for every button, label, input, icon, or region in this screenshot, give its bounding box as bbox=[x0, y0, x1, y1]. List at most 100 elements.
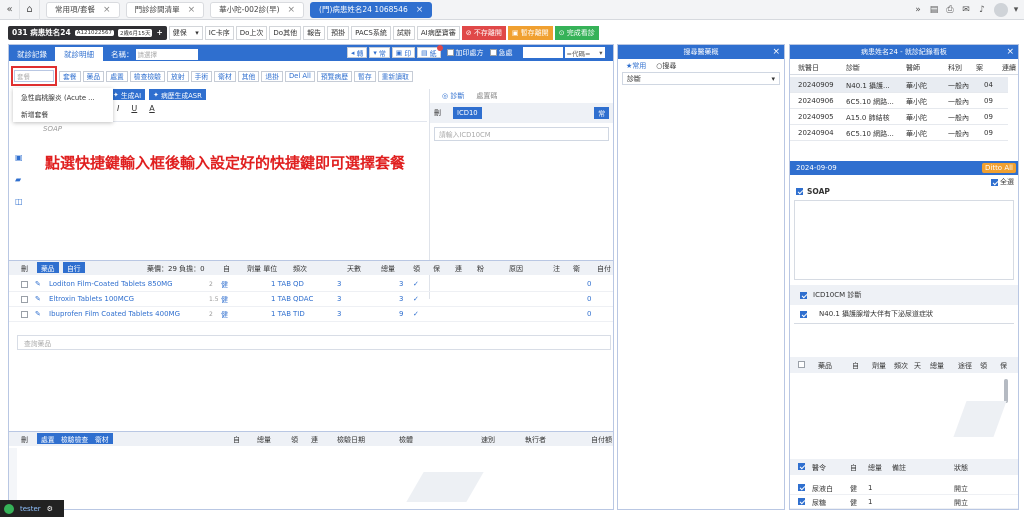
dx-checkbox[interactable] bbox=[800, 291, 807, 299]
add-print-checkbox[interactable] bbox=[446, 49, 454, 56]
drug-button[interactable]: 藥品 bbox=[82, 70, 105, 82]
avatar[interactable] bbox=[994, 3, 1008, 17]
take-check[interactable]: ✓ bbox=[413, 310, 419, 318]
tab-diagnosis[interactable]: ◎ 診斷 bbox=[442, 91, 464, 101]
do-last-button[interactable]: Do上次 bbox=[235, 25, 268, 40]
treatment-tag[interactable]: 處置 bbox=[37, 433, 59, 444]
edit-icon[interactable]: ✎ bbox=[35, 295, 41, 303]
italic-button[interactable]: I bbox=[117, 104, 119, 113]
common-dx-button[interactable]: 常 bbox=[594, 107, 609, 119]
chevron-down-icon[interactable]: ▾ bbox=[1008, 0, 1024, 20]
exit-nosave-button[interactable]: ⊘ 不存離開 bbox=[461, 25, 506, 40]
other-button[interactable]: 其他 bbox=[237, 70, 260, 82]
table-row[interactable]: 20240909 N40.1 攝護... 華小陀 一般內 04 bbox=[790, 77, 1008, 93]
tab-visit-detail[interactable]: 就診明細 bbox=[55, 47, 103, 61]
row-checkbox[interactable] bbox=[21, 296, 28, 303]
user-badge[interactable]: tester ⚙ bbox=[0, 500, 64, 517]
edit-icon[interactable]: ✎ bbox=[35, 310, 41, 318]
name-select[interactable]: 請選擇 bbox=[135, 48, 198, 60]
table-row[interactable]: ✎ Loditon Film-Coated Tablets 850MG 2 健 1 TA… bbox=[9, 277, 613, 292]
drug-days[interactable]: 3 bbox=[337, 280, 341, 288]
drug-total[interactable]: 3 bbox=[399, 295, 403, 303]
dropdown-item[interactable]: 新增套餐 bbox=[13, 105, 113, 122]
insurance-select[interactable]: 健保 ▾ bbox=[168, 25, 203, 40]
home-icon[interactable]: ⌂ bbox=[20, 0, 40, 20]
tab-favorites[interactable]: 常用項/套餐 × bbox=[46, 1, 120, 18]
dx-item-checkbox[interactable] bbox=[800, 310, 807, 318]
table-row[interactable]: 20240904 6C5.10 網路... 華小陀 一般內 09 bbox=[790, 125, 1008, 141]
edit-icon[interactable]: ✎ bbox=[35, 280, 41, 288]
drug-tag[interactable]: 藥品 bbox=[37, 262, 59, 273]
delete-all-button[interactable]: Del All bbox=[284, 70, 315, 82]
row-checkbox[interactable] bbox=[21, 281, 28, 288]
ai-generate-button[interactable]: ✦ 生成AI bbox=[109, 89, 146, 100]
surgery-button[interactable]: 手術 bbox=[190, 70, 213, 82]
scrollbar[interactable] bbox=[1004, 379, 1008, 403]
drug-name[interactable]: Eltroxin Tablets 100MCG bbox=[49, 295, 134, 303]
transfer-button[interactable]: ◂ 轉 bbox=[347, 47, 368, 58]
report-button[interactable]: 報告 bbox=[303, 25, 326, 40]
exam-button[interactable]: 檢查檢驗 bbox=[129, 70, 165, 82]
text-color-button[interactable]: A bbox=[149, 104, 154, 113]
do-other-button[interactable]: Do其他 bbox=[269, 25, 302, 40]
med-history-checkbox[interactable] bbox=[798, 361, 805, 368]
order-checkbox[interactable] bbox=[798, 463, 805, 470]
close-icon[interactable]: × bbox=[288, 5, 296, 15]
bell-icon[interactable]: ♪ bbox=[974, 0, 990, 20]
drug-days[interactable]: 3 bbox=[337, 295, 341, 303]
print-button[interactable]: ▣ 印 bbox=[391, 47, 416, 58]
order-row-checkbox[interactable] bbox=[798, 484, 805, 491]
drug-dose[interactable]: 1 TAB bbox=[271, 310, 291, 318]
category-select[interactable]: 診斷 ▾ bbox=[622, 72, 780, 85]
gear-icon[interactable]: ⚙ bbox=[47, 505, 53, 513]
ditto-all-button[interactable]: Ditto All bbox=[981, 163, 1016, 173]
dropdown-item[interactable]: 急性扁桃腺炎 (Acute ... bbox=[13, 88, 113, 105]
preview-record-button[interactable]: 預覽病歷 bbox=[316, 70, 353, 82]
expand-icon[interactable]: » bbox=[910, 0, 926, 20]
icd10-input[interactable]: 請輸入ICD10CM bbox=[434, 127, 609, 141]
exit-save-draft-button[interactable]: ▣ 暫存離開 bbox=[507, 25, 553, 40]
radiology-button[interactable]: 放射 bbox=[166, 70, 189, 82]
drug-days[interactable]: 3 bbox=[337, 310, 341, 318]
tab-doctor-room[interactable]: 華小陀-002診(早) × bbox=[210, 1, 305, 18]
drug-search-input[interactable]: 查詢藥品 bbox=[17, 335, 611, 350]
drug-total[interactable]: 3 bbox=[399, 280, 403, 288]
finish-visit-button[interactable]: ⊙ 完成看診 bbox=[554, 25, 599, 40]
close-icon[interactable]: × bbox=[772, 47, 780, 57]
urgent-checkbox[interactable] bbox=[489, 49, 497, 56]
tab-patient[interactable]: (門)病患姓名24 1068546 × bbox=[310, 1, 433, 18]
tab-common[interactable]: ★常用 bbox=[626, 61, 646, 71]
drug-selfpay[interactable]: 0 bbox=[587, 310, 591, 318]
drug-selfpay[interactable]: 0 bbox=[587, 280, 591, 288]
folder-icon[interactable]: ▰ bbox=[15, 175, 23, 184]
drug-total[interactable]: 9 bbox=[399, 310, 403, 318]
drug-name[interactable]: Loditon Film-Coated Tablets 850MG bbox=[49, 280, 173, 288]
drug-dose[interactable]: 1 TAB bbox=[271, 295, 291, 303]
code-select[interactable]: =代碼= ▾ bbox=[564, 47, 605, 58]
table-row[interactable]: 尿液白 健 1 開立 bbox=[790, 481, 1018, 495]
tab-procedure-code[interactable]: 處置碼 bbox=[476, 91, 497, 101]
tab-search[interactable]: ○搜尋 bbox=[656, 61, 676, 71]
drug-dose[interactable]: 1 TAB bbox=[271, 280, 291, 288]
icd10-tag[interactable]: ICD10 bbox=[453, 107, 482, 119]
cancel-register-button[interactable]: 退掛 bbox=[261, 70, 283, 82]
take-check[interactable]: ✓ bbox=[413, 280, 419, 288]
self-pay-tag[interactable]: 自行 bbox=[63, 262, 85, 273]
save-icon[interactable]: ◫ bbox=[15, 197, 23, 206]
tab-visit-record[interactable]: 就診記錄 bbox=[9, 47, 55, 61]
select-all-checkbox[interactable] bbox=[991, 178, 998, 186]
treatment-button[interactable]: 處置 bbox=[106, 70, 128, 82]
table-row[interactable]: 尿糖 健 1 開立 bbox=[790, 495, 1018, 509]
take-check[interactable]: ✓ bbox=[413, 295, 419, 303]
drug-frequency[interactable]: QDAC bbox=[293, 295, 313, 303]
drug-name[interactable]: Ibuprofen Film Coated Tablets 400MG bbox=[49, 310, 180, 318]
table-row[interactable]: 20240906 6C5.10 網路... 華小陀 一般內 09 bbox=[790, 93, 1008, 109]
drug-insurance[interactable]: 健 bbox=[221, 310, 228, 320]
paper-button[interactable]: ▤ 紙 bbox=[417, 45, 443, 58]
drug-frequency[interactable]: TID bbox=[293, 310, 305, 318]
reload-button[interactable]: 重新讀取 bbox=[377, 70, 413, 82]
plus-icon[interactable]: + bbox=[156, 28, 162, 37]
soap-checkbox[interactable] bbox=[796, 188, 803, 195]
table-row[interactable]: ✎ Eltroxin Tablets 100MCG 1.5 健 1 TAB QDAC 3 3 ✓… bbox=[9, 292, 613, 307]
collapse-icon[interactable]: « bbox=[0, 0, 20, 20]
